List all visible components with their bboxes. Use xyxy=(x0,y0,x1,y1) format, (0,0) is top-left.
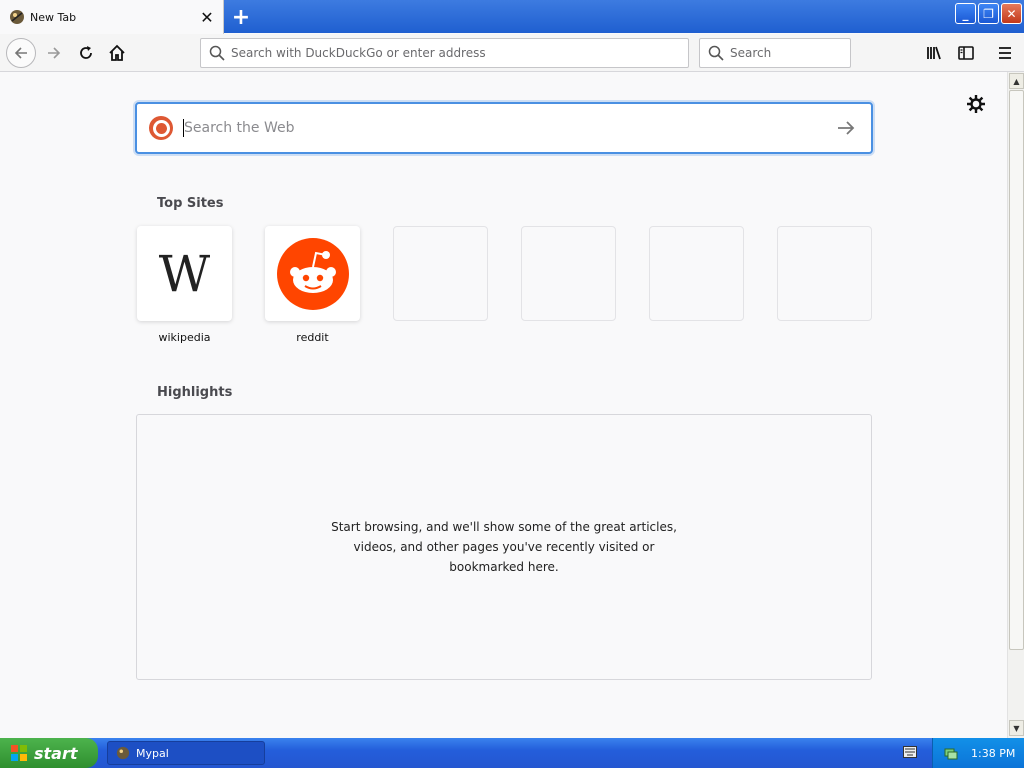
top-site-label[interactable]: reddit xyxy=(265,331,360,344)
maximize-button[interactable]: ❐ xyxy=(978,3,999,24)
clock[interactable]: 1:38 PM xyxy=(971,747,1015,760)
back-arrow-icon xyxy=(14,47,27,59)
gear-icon xyxy=(967,95,985,113)
windows-flag-icon xyxy=(11,745,27,761)
minimize-button[interactable]: _ xyxy=(955,3,976,24)
tab-new-tab[interactable]: New Tab ✕ xyxy=(0,0,224,34)
taskbar-item-label: Mypal xyxy=(136,746,169,760)
top-site-placeholder xyxy=(649,226,744,321)
taskbar: start Mypal 1:38 PM xyxy=(0,738,1024,768)
mypal-icon xyxy=(10,10,24,24)
address-placeholder: Search with DuckDuckGo or enter address xyxy=(231,46,486,60)
close-tab-icon[interactable]: ✕ xyxy=(197,7,217,27)
top-site-label[interactable]: wikipedia xyxy=(137,331,232,344)
scroll-down-icon[interactable]: ▼ xyxy=(1009,720,1024,736)
start-button[interactable]: start xyxy=(0,738,98,768)
search-submit-arrow-icon[interactable] xyxy=(835,117,857,139)
forward-button[interactable] xyxy=(40,39,68,67)
top-site-placeholder xyxy=(777,226,872,321)
search-placeholder: Search xyxy=(730,46,772,60)
network-icon[interactable] xyxy=(943,745,959,761)
tab-title: New Tab xyxy=(30,10,77,24)
vertical-scrollbar[interactable]: ▲ ▼ xyxy=(1007,72,1024,738)
keyboard-icon[interactable] xyxy=(903,746,917,758)
back-button[interactable] xyxy=(6,38,36,68)
library-button[interactable] xyxy=(920,39,948,67)
library-icon xyxy=(927,46,941,60)
web-search-placeholder: Search the Web xyxy=(184,120,295,136)
highlights-title: Highlights xyxy=(157,385,233,400)
system-tray: 1:38 PM xyxy=(932,738,1024,768)
sidebar-icon xyxy=(958,46,974,60)
settings-gear-icon[interactable] xyxy=(966,94,986,114)
window-controls: _ ❐ ✕ xyxy=(955,3,1022,24)
web-search-box[interactable]: Search the Web xyxy=(135,102,873,154)
forward-arrow-icon xyxy=(48,47,61,59)
address-bar[interactable]: Search with DuckDuckGo or enter address xyxy=(200,38,689,68)
duckduckgo-icon xyxy=(149,116,173,140)
search-bar[interactable]: Search xyxy=(699,38,851,68)
sidebar-button[interactable] xyxy=(952,39,980,67)
navigation-toolbar: Search with DuckDuckGo or enter address … xyxy=(0,34,1024,72)
reload-icon xyxy=(80,46,92,59)
home-icon xyxy=(109,44,125,61)
taskbar-item-mypal[interactable]: Mypal xyxy=(107,741,265,765)
top-site-placeholder xyxy=(393,226,488,321)
start-label: start xyxy=(34,743,78,763)
search-icon xyxy=(209,45,225,61)
home-button[interactable] xyxy=(103,39,131,67)
close-window-button[interactable]: ✕ xyxy=(1001,3,1022,24)
mypal-icon xyxy=(116,746,130,760)
menu-button[interactable] xyxy=(991,39,1019,67)
top-site-tile-reddit[interactable] xyxy=(265,226,360,321)
reddit-icon xyxy=(276,237,349,310)
scroll-thumb[interactable] xyxy=(1009,90,1024,650)
reload-button[interactable] xyxy=(72,39,100,67)
top-site-tile-wikipedia[interactable]: W xyxy=(137,226,232,321)
top-sites-title: Top Sites xyxy=(157,196,224,211)
hamburger-menu-icon xyxy=(999,47,1011,59)
highlights-panel: Start browsing, and we'll show some of t… xyxy=(136,414,872,680)
new-tab-button[interactable]: + xyxy=(228,4,254,30)
tab-strip: New Tab ✕ + _ ❐ ✕ xyxy=(0,0,1024,34)
top-site-placeholder xyxy=(521,226,616,321)
search-icon xyxy=(708,45,724,61)
highlights-empty-message: Start browsing, and we'll show some of t… xyxy=(331,520,677,574)
scroll-up-icon[interactable]: ▲ xyxy=(1009,73,1024,89)
wikipedia-icon: W xyxy=(158,244,211,303)
